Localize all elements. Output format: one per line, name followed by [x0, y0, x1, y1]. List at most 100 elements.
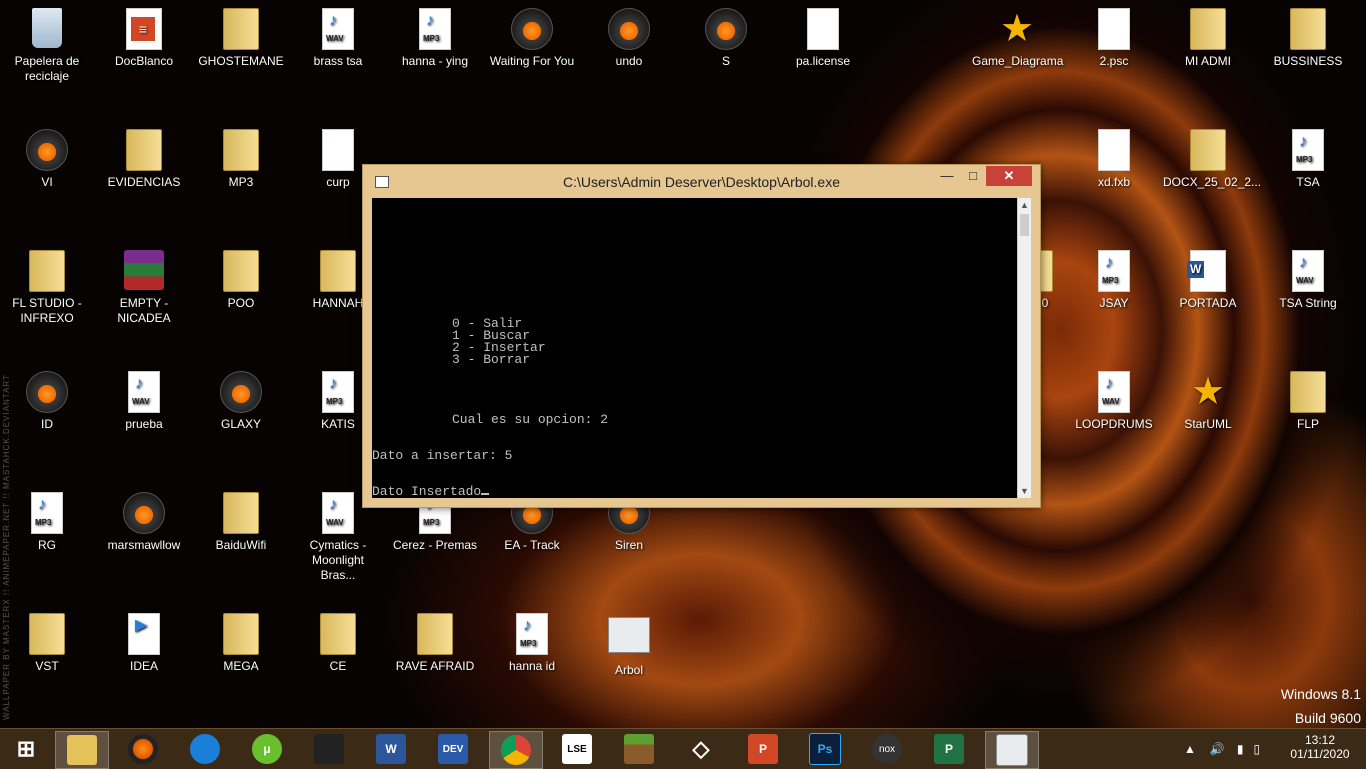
desktop-icon[interactable]: DOCX_25_02_2...: [1163, 129, 1261, 190]
nox-icon: nox: [872, 734, 902, 764]
desktop-icon[interactable]: FLP: [1263, 371, 1353, 432]
desktop-icon[interactable]: CE: [293, 613, 383, 674]
desktop-icon[interactable]: ♪ WAV prueba: [99, 371, 189, 432]
desktop-icon[interactable]: ≡ DocBlanco: [99, 8, 189, 69]
desktop-icon[interactable]: MI ADMI: [1163, 8, 1253, 69]
taskbar-file-explorer[interactable]: [55, 731, 109, 769]
mp3-file-icon: ♪MP3: [1287, 129, 1329, 171]
desktop-icon-label: StarUML: [1184, 417, 1232, 431]
desktop-icon-label: hanna - ying: [401, 54, 469, 68]
console-titlebar[interactable]: C:\Users\Admin Deserver\Desktop\Arbol.ex…: [363, 165, 1040, 197]
taskbar-clock[interactable]: 13:12 01/11/2020: [1282, 733, 1358, 761]
desktop-icon[interactable]: pa.license: [778, 8, 868, 69]
battery-icon[interactable]: ▯: [1253, 742, 1260, 756]
desktop-icon-label: undo: [615, 54, 643, 68]
desktop-icon[interactable]: Papelera de reciclaje: [2, 8, 92, 84]
clock-date: 01/11/2020: [1290, 747, 1350, 761]
console-window[interactable]: C:\Users\Admin Deserver\Desktop\Arbol.ex…: [362, 164, 1041, 508]
desktop-icon[interactable]: ▶ IDEA: [99, 613, 189, 674]
desktop-icon[interactable]: ♪ MP3 RG: [2, 492, 92, 553]
pdf-icon: ≡: [123, 8, 165, 50]
taskbar-proxifier[interactable]: [179, 731, 231, 767]
taskbar-word[interactable]: W: [365, 731, 417, 767]
file-explorer-icon: [67, 735, 97, 765]
taskbar-chrome[interactable]: [489, 731, 543, 769]
powerpoint-icon: P: [748, 734, 778, 764]
scroll-up-arrow-icon[interactable]: ▲: [1018, 198, 1031, 212]
taskbar-lse[interactable]: LSE: [551, 731, 603, 767]
desktop-icon[interactable]: VST: [2, 613, 92, 674]
taskbar-project[interactable]: P: [923, 731, 975, 767]
folder-icon: [1287, 8, 1329, 50]
desktop-icon[interactable]: EVIDENCIAS: [99, 129, 189, 190]
desktop-icon[interactable]: POO: [196, 250, 286, 311]
fl-studio-icon: [608, 8, 650, 50]
taskbar-minecraft[interactable]: [613, 731, 665, 767]
desktop-icon[interactable]: Arbol: [584, 613, 674, 678]
desktop-icon[interactable]: 2.psc: [1069, 8, 1159, 69]
taskbar-powerpoint[interactable]: P: [737, 731, 789, 767]
fl-studio-icon: [128, 734, 158, 764]
desktop-icon-label: DocBlanco: [114, 54, 174, 68]
menu-option-3: 3 - Borrar: [452, 352, 531, 367]
file-icon: [802, 8, 844, 50]
console-output[interactable]: 0 - Salir 1 - Buscar 2 - Insertar 3 - Bo…: [372, 198, 1017, 498]
wav-file-icon: ♪ WAV: [1287, 250, 1329, 292]
fl-studio-icon: [26, 129, 68, 171]
desktop-icon[interactable]: ♪ WAV LOOPDRUMS: [1069, 371, 1159, 432]
desktop-icon[interactable]: ID: [2, 371, 92, 432]
desktop-icon[interactable]: GLAXY: [196, 371, 286, 432]
network-signal-icon[interactable]: ▮: [1237, 742, 1244, 756]
taskbar-unity[interactable]: ◇: [675, 731, 727, 767]
desktop-icon[interactable]: Waiting For You: [487, 8, 577, 69]
desktop-icon[interactable]: undo: [584, 8, 674, 69]
wav-file-icon: ♪ WAV: [317, 8, 359, 50]
taskbar-nox[interactable]: nox: [861, 731, 913, 767]
desktop-icon[interactable]: ♪ WAV brass tsa: [293, 8, 383, 69]
mp3-file-icon: ♪MP3: [414, 8, 456, 50]
close-button[interactable]: ✕: [986, 166, 1032, 186]
folder-icon: [220, 8, 262, 50]
taskbar-arbol-console[interactable]: [985, 731, 1039, 769]
folder-icon: [317, 613, 359, 655]
desktop-icon[interactable]: GHOSTEMANE: [196, 8, 286, 69]
desktop-icon[interactable]: ♪ MP3 hanna - ying: [390, 8, 480, 69]
desktop-icon[interactable]: VI: [2, 129, 92, 190]
start-button[interactable]: ⊞: [0, 731, 52, 767]
desktop-icon[interactable]: BaiduWifi: [196, 492, 286, 553]
desktop-icon[interactable]: S: [681, 8, 771, 69]
desktop-icon[interactable]: ♪ MP3 TSA: [1263, 129, 1353, 190]
maximize-button[interactable]: □: [960, 166, 986, 186]
desktop-icon[interactable]: BUSSINESS: [1263, 8, 1353, 69]
taskbar-photoshop[interactable]: Ps: [799, 731, 851, 767]
show-hidden-icons-icon[interactable]: ▲: [1184, 742, 1196, 756]
scroll-thumb[interactable]: [1020, 214, 1029, 236]
desktop-icon[interactable]: MEGA: [196, 613, 286, 674]
scroll-down-arrow-icon[interactable]: ▼: [1018, 484, 1031, 498]
desktop-icon[interactable]: xd.fxb: [1069, 129, 1159, 190]
taskbar-utorrent[interactable]: μ: [241, 731, 293, 767]
taskbar-dev-cpp[interactable]: DEV: [427, 731, 479, 767]
desktop-icon[interactable]: ♪ WAV TSA String: [1263, 250, 1353, 311]
desktop-icon-label: BaiduWifi: [215, 538, 267, 552]
desktop-icon[interactable]: ♪ MP3 hanna id: [487, 613, 577, 674]
desktop-icon[interactable]: marsmawllow: [99, 492, 189, 553]
desktop-icon[interactable]: RAVE AFRAID: [390, 613, 480, 674]
desktop-icon[interactable]: ★ Game_Diagrama: [972, 8, 1063, 69]
volume-icon[interactable]: 🔊: [1210, 742, 1225, 756]
minimize-button[interactable]: —: [934, 166, 960, 186]
wav-file-icon: ♪ WAV: [123, 371, 165, 413]
recycle-bin-icon: [26, 8, 68, 50]
desktop-icon-label: POO: [227, 296, 255, 310]
console-scrollbar[interactable]: ▲ ▼: [1018, 198, 1031, 498]
desktop-icon[interactable]: ★ StarUML: [1163, 371, 1253, 432]
desktop-icon[interactable]: ♪ MP3 JSAY: [1069, 250, 1159, 311]
desktop-icon-label: LOOPDRUMS: [1075, 417, 1153, 431]
taskbar-steam[interactable]: [303, 731, 355, 767]
desktop-icon[interactable]: EMPTY - NICADEA: [99, 250, 189, 326]
desktop-icon[interactable]: MP3: [196, 129, 286, 190]
proxifier-icon: [190, 734, 220, 764]
desktop-icon[interactable]: FL STUDIO - INFREXO: [2, 250, 92, 326]
taskbar-fl-studio[interactable]: [117, 731, 169, 767]
desktop-icon[interactable]: W PORTADA: [1163, 250, 1253, 311]
